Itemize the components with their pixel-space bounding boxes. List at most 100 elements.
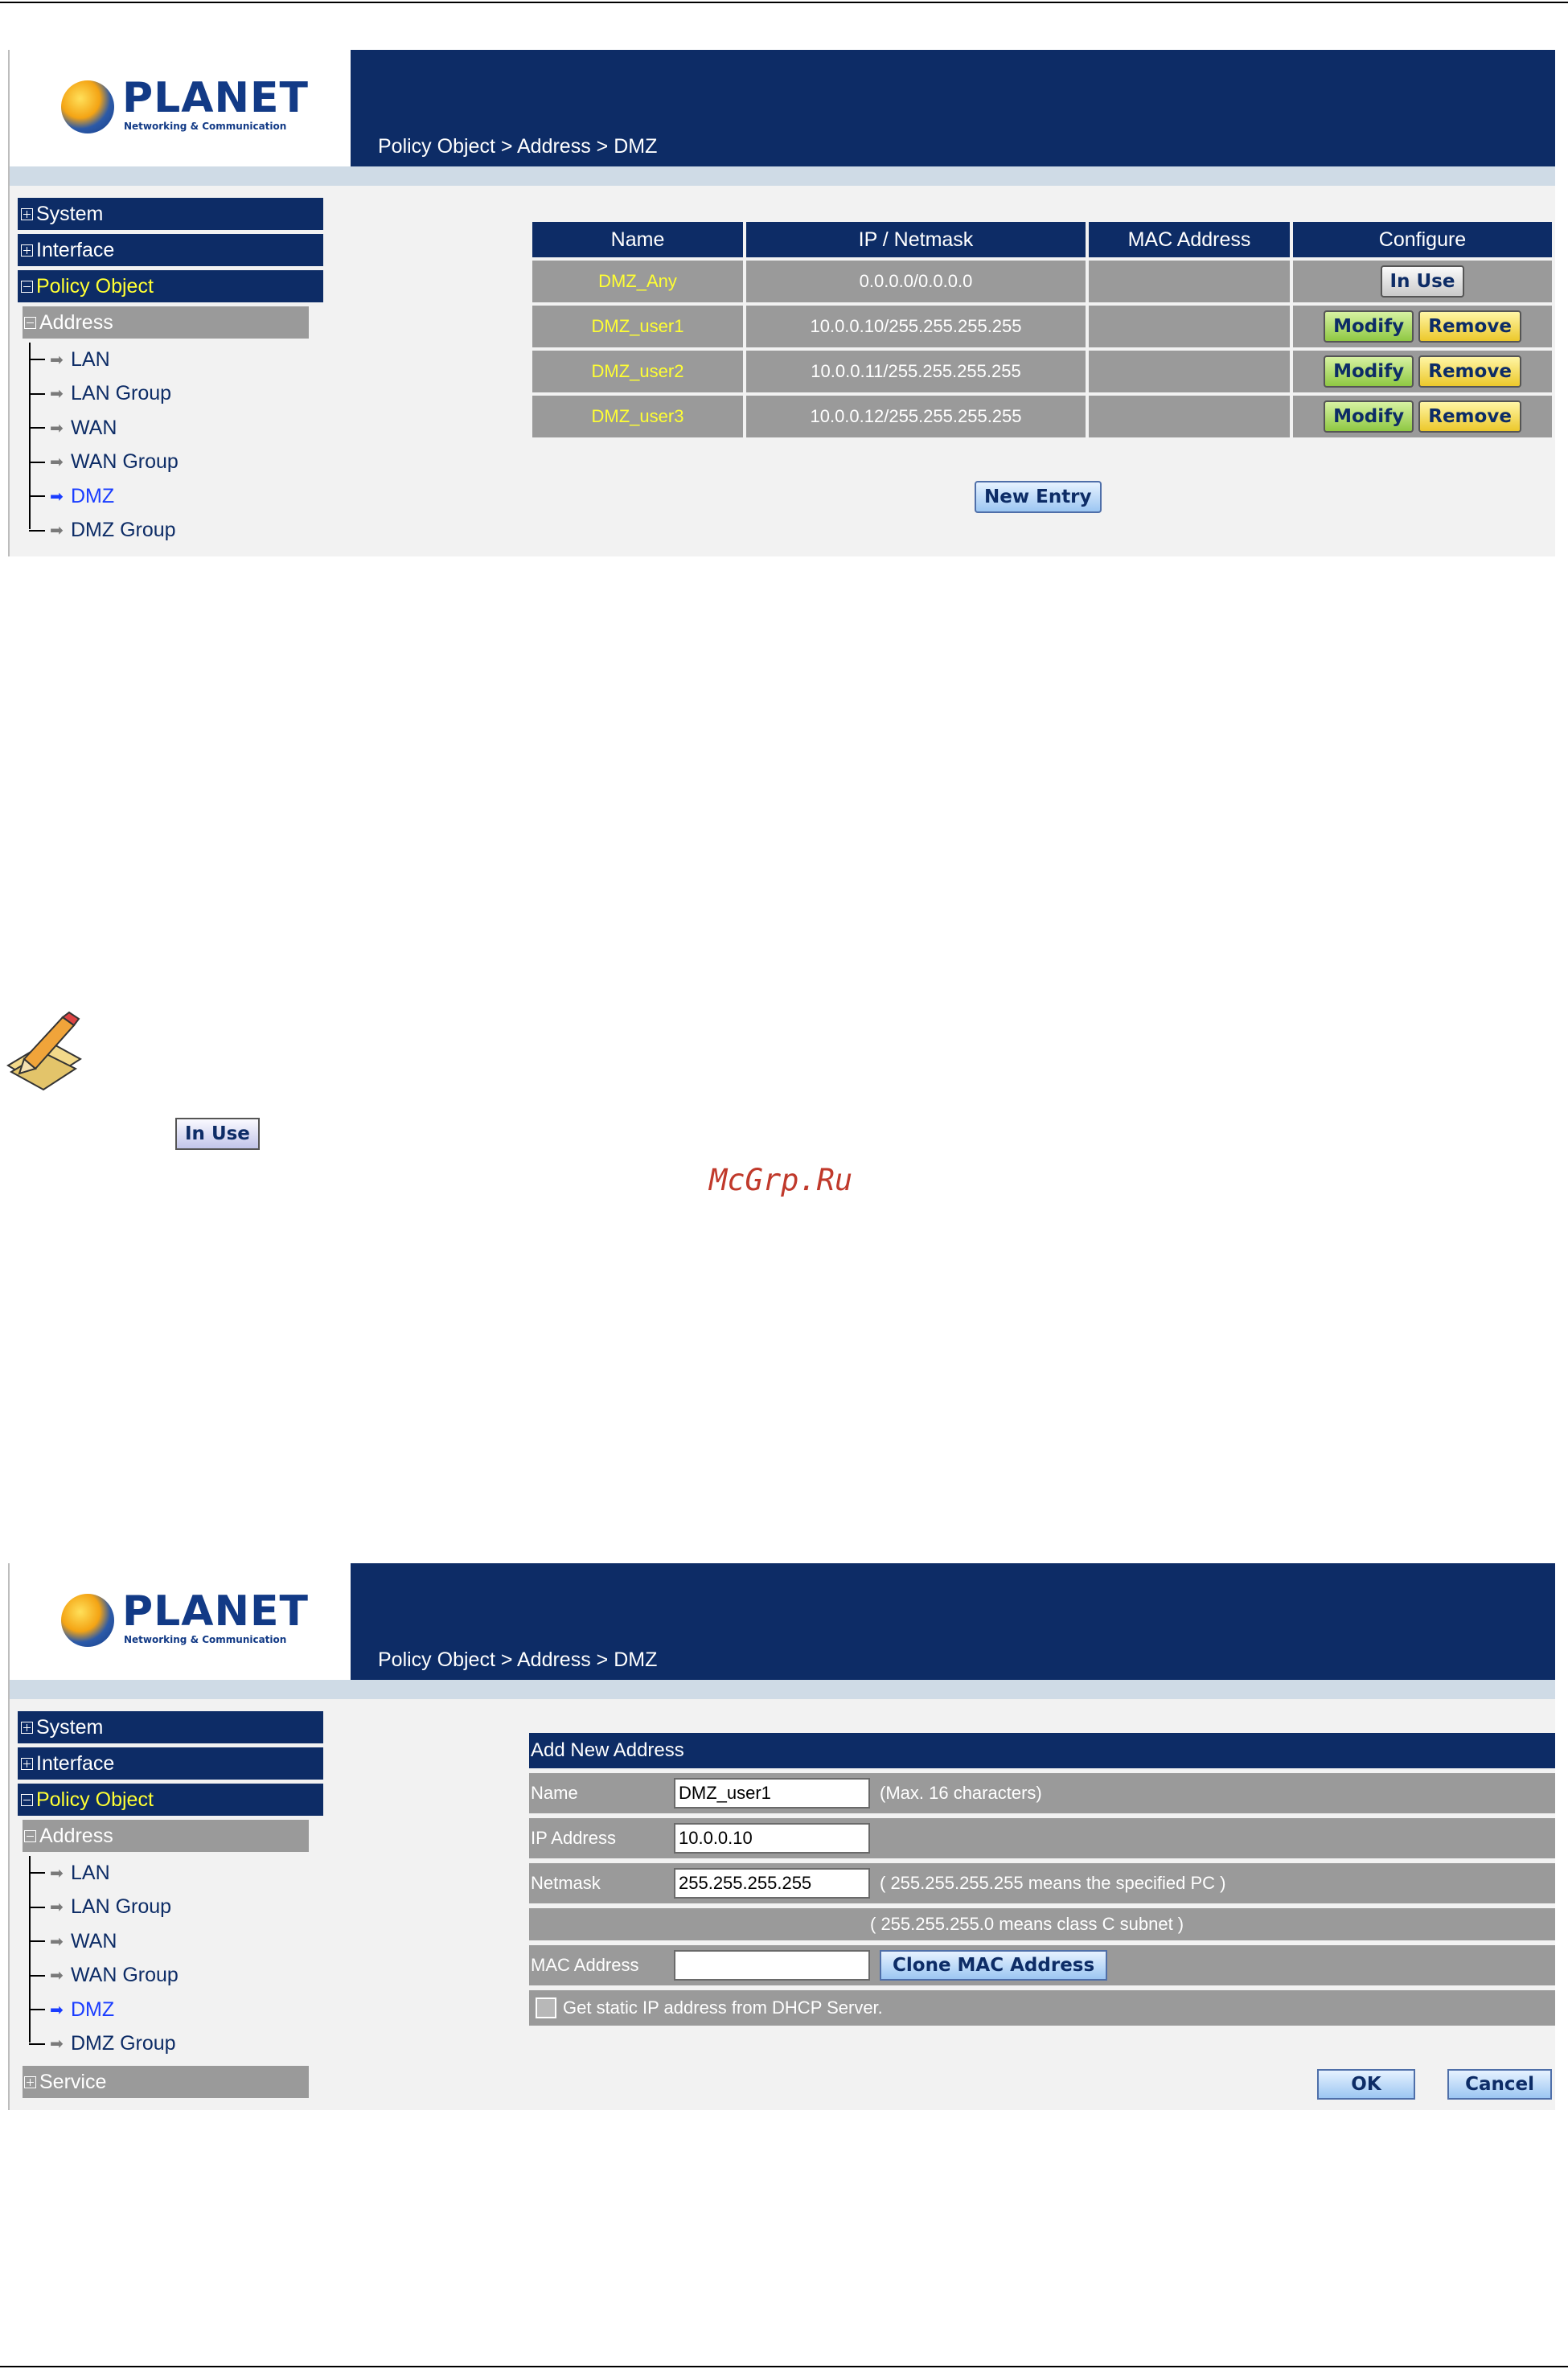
ip-row: IP Address 10.0.0.10 xyxy=(529,1818,1555,1858)
row-name: DMZ_user1 xyxy=(532,306,743,347)
row-mac xyxy=(1089,351,1290,392)
mac-row: MAC Address Clone MAC Address xyxy=(529,1945,1555,1985)
address-tree: ➡ LAN ➡ LAN Group ➡ WAN ➡ WAN Group ➡ DMZ ➡ DM… xyxy=(29,1856,323,2061)
mac-input[interactable] xyxy=(674,1950,870,1981)
logo-tagline: Networking & Communication xyxy=(124,1634,287,1645)
note-in-use-button: In Use xyxy=(175,1118,260,1150)
sidebar-item-dmz[interactable]: ➡ DMZ xyxy=(29,1993,323,2027)
sidebar-item-dmz-group[interactable]: ➡ DMZ Group xyxy=(29,2027,323,2062)
breadcrumb: Policy Object > Address > DMZ xyxy=(378,1648,658,1671)
row-name: DMZ_user3 xyxy=(532,396,743,437)
dhcp-label: Get static IP address from DHCP Server. xyxy=(563,1997,883,2018)
col-ip: IP / Netmask xyxy=(746,222,1086,257)
ip-input[interactable]: 10.0.0.10 xyxy=(674,1823,870,1854)
clone-mac-button[interactable]: Clone MAC Address xyxy=(880,1950,1108,1981)
sidebar-item-wan[interactable]: ➡ WAN xyxy=(29,411,323,445)
sidebar-item-lan[interactable]: ➡ LAN xyxy=(29,1856,323,1891)
row-ip: 0.0.0.0/0.0.0.0 xyxy=(746,261,1086,302)
arrow-icon: ➡ xyxy=(50,419,64,437)
name-hint: (Max. 16 characters) xyxy=(880,1783,1042,1803)
sidebar-item-system[interactable]: System xyxy=(18,198,323,230)
row-mac xyxy=(1089,306,1290,347)
netmask-input[interactable]: 255.255.255.255 xyxy=(674,1868,870,1899)
name-row: Name DMZ_user1 (Max. 16 characters) xyxy=(529,1773,1555,1813)
arrow-icon: ➡ xyxy=(50,1967,64,1985)
cancel-button[interactable]: Cancel xyxy=(1447,2069,1552,2100)
table-header: Name IP / Netmask MAC Address Configure xyxy=(532,222,1552,257)
header-band: Policy Object > Address > DMZ xyxy=(351,1563,1555,1680)
row-configure: In Use xyxy=(1293,261,1552,302)
arrow-icon: ➡ xyxy=(50,2001,64,2019)
sidebar-item-lan[interactable]: ➡ LAN xyxy=(29,343,323,377)
mac-label: MAC Address xyxy=(531,1955,639,1975)
expand-icon xyxy=(21,244,33,257)
in-use-button[interactable]: In Use xyxy=(1380,265,1465,298)
remove-button[interactable]: Remove xyxy=(1418,310,1521,343)
arrow-icon: ➡ xyxy=(50,454,64,472)
dhcp-checkbox[interactable] xyxy=(536,1997,556,2018)
screenshot-address-list: PLANET Networking & Communication Policy… xyxy=(8,50,1555,556)
name-label: Name xyxy=(531,1783,578,1803)
arrow-icon: ➡ xyxy=(50,1932,64,1951)
sidebar-item-dmz[interactable]: ➡ DMZ xyxy=(29,479,323,514)
planet-logo-icon xyxy=(61,80,114,133)
sidebar-item-service[interactable]: Service xyxy=(23,2066,309,2098)
modify-button[interactable]: Modify xyxy=(1324,310,1414,343)
sidebar-item-lan-group[interactable]: ➡ LAN Group xyxy=(29,1891,323,1925)
remove-button[interactable]: Remove xyxy=(1418,355,1521,388)
sidebar-item-address[interactable]: Address xyxy=(23,1820,309,1852)
modify-button[interactable]: Modify xyxy=(1324,355,1414,388)
sidebar-item-system[interactable]: System xyxy=(18,1711,323,1743)
header: PLANET Networking & Communication Policy… xyxy=(10,50,1555,166)
bottom-rule xyxy=(0,2366,1568,2367)
sidebar-item-policy-object[interactable]: Policy Object xyxy=(18,270,323,302)
col-configure: Configure xyxy=(1293,222,1552,257)
header-subband xyxy=(10,1680,1555,1699)
expand-icon xyxy=(24,2075,36,2088)
sidebar-item-interface[interactable]: Interface xyxy=(18,234,323,266)
expand-icon xyxy=(21,207,33,220)
breadcrumb: Policy Object > Address > DMZ xyxy=(378,135,658,158)
sidebar: System Interface Policy Object Address ➡… xyxy=(18,1711,323,2102)
new-entry-wrap: New Entry xyxy=(975,481,1102,513)
note-inuse-wrap: In Use xyxy=(175,1118,260,1150)
row-mac xyxy=(1089,261,1290,302)
expand-icon xyxy=(21,1721,33,1734)
sidebar-item-lan-group[interactable]: ➡ LAN Group xyxy=(29,377,323,412)
row-name: DMZ_Any xyxy=(532,261,743,302)
row-ip: 10.0.0.10/255.255.255.255 xyxy=(746,306,1086,347)
remove-button[interactable]: Remove xyxy=(1418,400,1521,433)
sidebar-item-wan-group[interactable]: ➡ WAN Group xyxy=(29,445,323,480)
table-row: DMZ_user3 10.0.0.12/255.255.255.255 Modi… xyxy=(532,396,1552,437)
ip-label: IP Address xyxy=(531,1828,616,1848)
row-configure: Modify Remove xyxy=(1293,351,1552,392)
ok-button[interactable]: OK xyxy=(1317,2069,1415,2100)
header-band: Policy Object > Address > DMZ xyxy=(351,50,1555,166)
col-name: Name xyxy=(532,222,743,257)
logo-tagline: Networking & Communication xyxy=(124,121,287,132)
table-row: DMZ_user1 10.0.0.10/255.255.255.255 Modi… xyxy=(532,306,1552,347)
collapse-icon xyxy=(21,280,33,293)
row-mac xyxy=(1089,396,1290,437)
sidebar-item-dmz-group[interactable]: ➡ DMZ Group xyxy=(29,514,323,548)
sidebar-item-wan-group[interactable]: ➡ WAN Group xyxy=(29,1959,323,1993)
new-entry-button[interactable]: New Entry xyxy=(975,481,1102,513)
sidebar-item-address[interactable]: Address xyxy=(23,306,309,339)
arrow-icon: ➡ xyxy=(50,487,64,506)
name-input[interactable]: DMZ_user1 xyxy=(674,1778,870,1809)
address-table: Name IP / Netmask MAC Address Configure … xyxy=(529,219,1555,441)
modify-button[interactable]: Modify xyxy=(1324,400,1414,433)
logo-text: PLANET xyxy=(122,1587,310,1636)
row-configure: Modify Remove xyxy=(1293,306,1552,347)
netmask-hint-row: ( 255.255.255.0 means class C subnet ) xyxy=(529,1908,1555,1940)
planet-logo-icon xyxy=(61,1594,114,1647)
arrow-icon: ➡ xyxy=(50,522,64,540)
sidebar-item-policy-object[interactable]: Policy Object xyxy=(18,1784,323,1816)
collapse-icon xyxy=(24,1829,36,1842)
sidebar-item-interface[interactable]: Interface xyxy=(18,1747,323,1780)
dhcp-row: Get static IP address from DHCP Server. xyxy=(529,1990,1555,2026)
sidebar-item-wan[interactable]: ➡ WAN xyxy=(29,1924,323,1959)
collapse-icon xyxy=(21,1793,33,1806)
form-title: Add New Address xyxy=(529,1733,1555,1768)
arrow-icon: ➡ xyxy=(50,351,64,369)
